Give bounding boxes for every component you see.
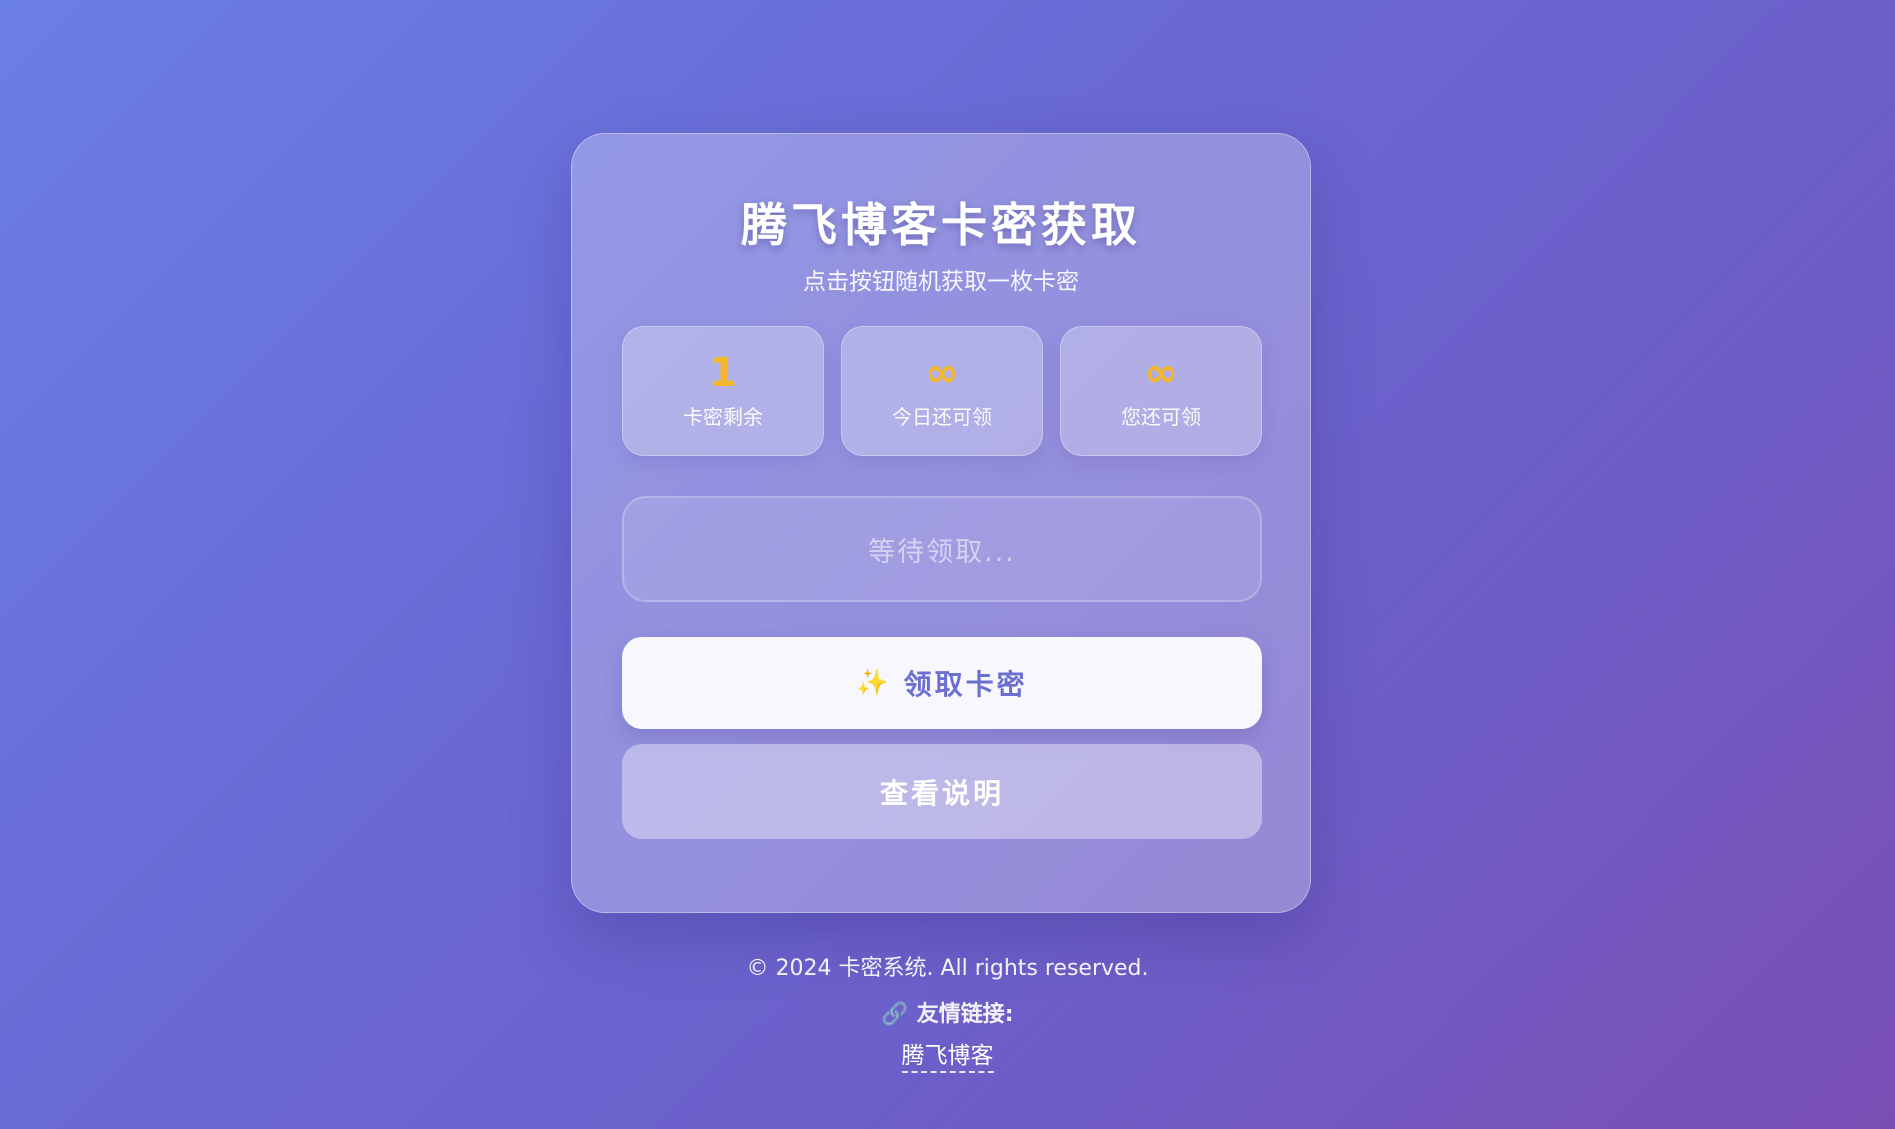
page-title: 腾飞博客卡密获取 [741, 198, 1141, 252]
stat-value-user: ∞ [1144, 350, 1178, 396]
card-code-result-box: 等待领取... [622, 496, 1262, 602]
friend-link-tengfei-blog[interactable]: 腾飞博客 [901, 1043, 994, 1073]
stat-label-today: 今日还可领 [892, 405, 992, 429]
stat-label-user: 您还可领 [1121, 405, 1201, 429]
claim-card-button[interactable]: ✨ 领取卡密 [622, 637, 1262, 729]
claim-card-button-label: 领取卡密 [903, 668, 1028, 701]
stat-value-remaining: 1 [709, 350, 737, 396]
result-placeholder: 等待领取... [868, 536, 1016, 568]
card-panel: 腾飞博客卡密获取 点击按钮随机获取一枚卡密 1 卡密剩余 ∞ 今日还可领 ∞ 您… [571, 133, 1311, 913]
stat-card-remaining: 1 卡密剩余 [622, 326, 824, 456]
stat-value-today: ∞ [925, 350, 959, 396]
friend-links-list: 腾飞博客 [0, 1036, 1895, 1073]
page-subtitle: 点击按钮随机获取一枚卡密 [803, 269, 1079, 295]
stat-card-today: ∞ 今日还可领 [841, 326, 1043, 456]
view-instructions-button[interactable]: 查看说明 [622, 744, 1262, 839]
copyright-text: © 2024 卡密系统. All rights reserved. [746, 956, 1149, 981]
view-instructions-button-label: 查看说明 [879, 776, 1004, 810]
stat-label-remaining: 卡密剩余 [683, 405, 763, 429]
friend-links-heading: 🔗 友情链接: [0, 996, 1895, 1028]
stat-card-user: ∞ 您还可领 [1060, 326, 1262, 456]
sparkles-icon: ✨ [856, 668, 892, 698]
link-icon: 🔗 [881, 1002, 909, 1027]
stats-row: 1 卡密剩余 ∞ 今日还可领 ∞ 您还可领 [622, 326, 1262, 456]
friend-links-title: 友情链接: [916, 1002, 1014, 1027]
